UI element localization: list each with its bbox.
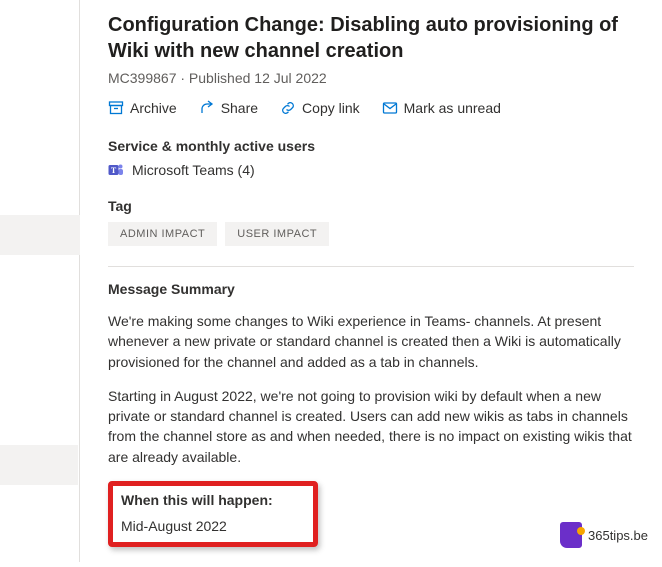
action-bar: Archive Share Copy link Mark as unread	[108, 100, 634, 116]
divider	[108, 266, 634, 267]
sidebar-item[interactable]	[0, 445, 78, 485]
sidebar-item[interactable]	[0, 215, 80, 255]
watermark-logo-icon	[560, 522, 582, 548]
service-section-label: Service & monthly active users	[108, 138, 634, 154]
copy-link-label: Copy link	[302, 100, 360, 116]
message-meta: MC399867 · Published 12 Jul 2022	[108, 70, 634, 86]
mark-unread-button[interactable]: Mark as unread	[382, 100, 501, 116]
mail-icon	[382, 100, 398, 116]
share-label: Share	[221, 100, 258, 116]
link-icon	[280, 100, 296, 116]
highlight-callout: When this will happen: Mid-August 2022	[108, 481, 318, 547]
watermark: 365tips.be	[560, 522, 648, 548]
copy-link-button[interactable]: Copy link	[280, 100, 360, 116]
archive-icon	[108, 100, 124, 116]
tag-list: ADMIN IMPACT USER IMPACT	[108, 222, 634, 246]
tag-section-label: Tag	[108, 198, 634, 214]
mark-unread-label: Mark as unread	[404, 100, 501, 116]
message-panel: Configuration Change: Disabling auto pro…	[80, 0, 662, 567]
teams-icon: T	[108, 162, 124, 178]
summary-paragraph: We're making some changes to Wiki experi…	[108, 311, 634, 372]
tag-pill: USER IMPACT	[225, 222, 329, 246]
tag-pill: ADMIN IMPACT	[108, 222, 217, 246]
highlight-value: Mid-August 2022	[121, 518, 305, 534]
service-row: T Microsoft Teams (4)	[108, 162, 634, 178]
summary-paragraph: Starting in August 2022, we're not going…	[108, 386, 634, 467]
summary-heading: Message Summary	[108, 281, 634, 297]
share-button[interactable]: Share	[199, 100, 258, 116]
service-name: Microsoft Teams (4)	[132, 162, 255, 178]
page-title: Configuration Change: Disabling auto pro…	[108, 12, 634, 64]
watermark-text: 365tips.be	[588, 528, 648, 543]
share-icon	[199, 100, 215, 116]
sidebar-rail	[0, 0, 80, 562]
archive-button[interactable]: Archive	[108, 100, 177, 116]
archive-label: Archive	[130, 100, 177, 116]
svg-text:T: T	[111, 166, 117, 175]
highlight-heading: When this will happen:	[121, 492, 305, 508]
